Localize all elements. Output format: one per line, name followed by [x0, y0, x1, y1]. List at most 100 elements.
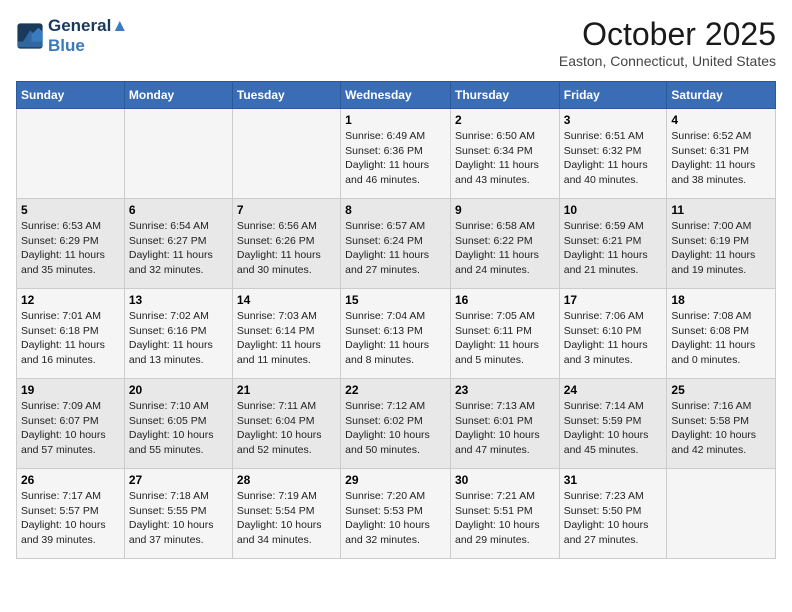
day-number: 2 — [455, 113, 555, 127]
day-detail: Sunrise: 7:01 AM Sunset: 6:18 PM Dayligh… — [21, 309, 120, 368]
calendar-cell: 10 Sunrise: 6:59 AM Sunset: 6:21 PM Dayli… — [559, 199, 667, 289]
day-detail: Sunrise: 7:20 AM Sunset: 5:53 PM Dayligh… — [345, 489, 446, 548]
day-detail: Sunrise: 7:12 AM Sunset: 6:02 PM Dayligh… — [345, 399, 446, 458]
calendar-cell: 25 Sunrise: 7:16 AM Sunset: 5:58 PM Dayli… — [667, 379, 776, 469]
day-number: 31 — [564, 473, 663, 487]
title-block: October 2025 Easton, Connecticut, United… — [559, 16, 776, 69]
calendar-cell: 24 Sunrise: 7:14 AM Sunset: 5:59 PM Dayli… — [559, 379, 667, 469]
day-number: 15 — [345, 293, 446, 307]
calendar-body: 1Sunrise: 6:49 AM Sunset: 6:36 PM Daylig… — [17, 109, 776, 559]
day-detail: Sunrise: 6:54 AM Sunset: 6:27 PM Dayligh… — [129, 219, 228, 278]
day-detail: Sunrise: 7:18 AM Sunset: 5:55 PM Dayligh… — [129, 489, 228, 548]
week-row-2: 5 Sunrise: 6:53 AM Sunset: 6:29 PM Daylig… — [17, 199, 776, 289]
day-detail: Sunrise: 7:06 AM Sunset: 6:10 PM Dayligh… — [564, 309, 663, 368]
calendar-cell: 2 Sunrise: 6:50 AM Sunset: 6:34 PM Daylig… — [450, 109, 559, 199]
day-detail: Sunrise: 6:57 AM Sunset: 6:24 PM Dayligh… — [345, 219, 446, 278]
day-number: 14 — [237, 293, 336, 307]
day-number: 16 — [455, 293, 555, 307]
calendar-cell: 15 Sunrise: 7:04 AM Sunset: 6:13 PM Dayli… — [341, 289, 451, 379]
calendar-cell — [17, 109, 125, 199]
day-number: 22 — [345, 383, 446, 397]
calendar-cell: 13Sunrise: 7:02 AM Sunset: 6:16 PM Dayli… — [124, 289, 232, 379]
day-number: 8 — [345, 203, 446, 217]
header-row: SundayMondayTuesdayWednesdayThursdayFrid… — [17, 82, 776, 109]
header-cell-friday: Friday — [559, 82, 667, 109]
day-number: 3 — [564, 113, 663, 127]
day-detail: Sunrise: 6:51 AM Sunset: 6:32 PM Dayligh… — [564, 129, 663, 188]
day-detail: Sunrise: 6:53 AM Sunset: 6:29 PM Dayligh… — [21, 219, 120, 278]
day-number: 26 — [21, 473, 120, 487]
calendar-cell: 14Sunrise: 7:03 AM Sunset: 6:14 PM Dayli… — [232, 289, 340, 379]
calendar-cell: 27 Sunrise: 7:18 AM Sunset: 5:55 PM Dayli… — [124, 469, 232, 559]
day-detail: Sunrise: 7:10 AM Sunset: 6:05 PM Dayligh… — [129, 399, 228, 458]
calendar-cell: 22 Sunrise: 7:12 AM Sunset: 6:02 PM Dayli… — [341, 379, 451, 469]
day-number: 29 — [345, 473, 446, 487]
day-detail: Sunrise: 7:09 AM Sunset: 6:07 PM Dayligh… — [21, 399, 120, 458]
day-detail: Sunrise: 6:59 AM Sunset: 6:21 PM Dayligh… — [564, 219, 663, 278]
day-number: 13 — [129, 293, 228, 307]
day-number: 21 — [237, 383, 336, 397]
calendar-cell: 31 Sunrise: 7:23 AM Sunset: 5:50 PM Dayli… — [559, 469, 667, 559]
calendar-cell: 7Sunrise: 6:56 AM Sunset: 6:26 PM Daylig… — [232, 199, 340, 289]
day-detail: Sunrise: 6:50 AM Sunset: 6:34 PM Dayligh… — [455, 129, 555, 188]
day-detail: Sunrise: 6:56 AM Sunset: 6:26 PM Dayligh… — [237, 219, 336, 278]
calendar-cell: 28Sunrise: 7:19 AM Sunset: 5:54 PM Dayli… — [232, 469, 340, 559]
day-detail: Sunrise: 7:11 AM Sunset: 6:04 PM Dayligh… — [237, 399, 336, 458]
calendar-table: SundayMondayTuesdayWednesdayThursdayFrid… — [16, 81, 776, 559]
day-number: 27 — [129, 473, 228, 487]
calendar-cell: 8 Sunrise: 6:57 AM Sunset: 6:24 PM Daylig… — [341, 199, 451, 289]
day-detail: Sunrise: 7:14 AM Sunset: 5:59 PM Dayligh… — [564, 399, 663, 458]
day-number: 6 — [129, 203, 228, 217]
calendar-cell: 21 Sunrise: 7:11 AM Sunset: 6:04 PM Dayli… — [232, 379, 340, 469]
calendar-cell: 26 Sunrise: 7:17 AM Sunset: 5:57 PM Dayli… — [17, 469, 125, 559]
calendar-cell: 12 Sunrise: 7:01 AM Sunset: 6:18 PM Dayli… — [17, 289, 125, 379]
day-number: 30 — [455, 473, 555, 487]
calendar-header: SundayMondayTuesdayWednesdayThursdayFrid… — [17, 82, 776, 109]
header-cell-sunday: Sunday — [17, 82, 125, 109]
calendar-cell: 17 Sunrise: 7:06 AM Sunset: 6:10 PM Dayli… — [559, 289, 667, 379]
day-number: 10 — [564, 203, 663, 217]
logo: General▲ Blue — [16, 16, 128, 56]
calendar-cell: 3 Sunrise: 6:51 AM Sunset: 6:32 PM Daylig… — [559, 109, 667, 199]
calendar-cell: 30 Sunrise: 7:21 AM Sunset: 5:51 PM Dayli… — [450, 469, 559, 559]
day-number: 5 — [21, 203, 120, 217]
week-row-1: 1Sunrise: 6:49 AM Sunset: 6:36 PM Daylig… — [17, 109, 776, 199]
week-row-3: 12 Sunrise: 7:01 AM Sunset: 6:18 PM Dayli… — [17, 289, 776, 379]
header-cell-tuesday: Tuesday — [232, 82, 340, 109]
day-number: 18 — [671, 293, 771, 307]
day-detail: Sunrise: 7:17 AM Sunset: 5:57 PM Dayligh… — [21, 489, 120, 548]
day-detail: Sunrise: 7:08 AM Sunset: 6:08 PM Dayligh… — [671, 309, 771, 368]
logo-icon — [16, 22, 44, 50]
day-number: 17 — [564, 293, 663, 307]
day-number: 24 — [564, 383, 663, 397]
day-detail: Sunrise: 7:21 AM Sunset: 5:51 PM Dayligh… — [455, 489, 555, 548]
calendar-cell: 6 Sunrise: 6:54 AM Sunset: 6:27 PM Daylig… — [124, 199, 232, 289]
calendar-cell: 9Sunrise: 6:58 AM Sunset: 6:22 PM Daylig… — [450, 199, 559, 289]
day-number: 25 — [671, 383, 771, 397]
header-cell-thursday: Thursday — [450, 82, 559, 109]
day-number: 11 — [671, 203, 771, 217]
week-row-4: 19Sunrise: 7:09 AM Sunset: 6:07 PM Dayli… — [17, 379, 776, 469]
day-detail: Sunrise: 6:52 AM Sunset: 6:31 PM Dayligh… — [671, 129, 771, 188]
calendar-cell: 23Sunrise: 7:13 AM Sunset: 6:01 PM Dayli… — [450, 379, 559, 469]
calendar-cell: 1Sunrise: 6:49 AM Sunset: 6:36 PM Daylig… — [341, 109, 451, 199]
month-title: October 2025 — [559, 16, 776, 53]
calendar-cell: 20 Sunrise: 7:10 AM Sunset: 6:05 PM Dayli… — [124, 379, 232, 469]
page-header: General▲ Blue October 2025 Easton, Conne… — [16, 16, 776, 69]
week-row-5: 26 Sunrise: 7:17 AM Sunset: 5:57 PM Dayli… — [17, 469, 776, 559]
day-number: 1 — [345, 113, 446, 127]
day-detail: Sunrise: 7:04 AM Sunset: 6:13 PM Dayligh… — [345, 309, 446, 368]
calendar-cell — [124, 109, 232, 199]
logo-text: General▲ Blue — [48, 16, 128, 56]
day-number: 12 — [21, 293, 120, 307]
location: Easton, Connecticut, United States — [559, 53, 776, 69]
calendar-cell — [667, 469, 776, 559]
day-number: 20 — [129, 383, 228, 397]
day-number: 9 — [455, 203, 555, 217]
day-detail: Sunrise: 7:23 AM Sunset: 5:50 PM Dayligh… — [564, 489, 663, 548]
day-detail: Sunrise: 7:16 AM Sunset: 5:58 PM Dayligh… — [671, 399, 771, 458]
header-cell-saturday: Saturday — [667, 82, 776, 109]
day-number: 23 — [455, 383, 555, 397]
calendar-cell: 19Sunrise: 7:09 AM Sunset: 6:07 PM Dayli… — [17, 379, 125, 469]
day-detail: Sunrise: 7:00 AM Sunset: 6:19 PM Dayligh… — [671, 219, 771, 278]
